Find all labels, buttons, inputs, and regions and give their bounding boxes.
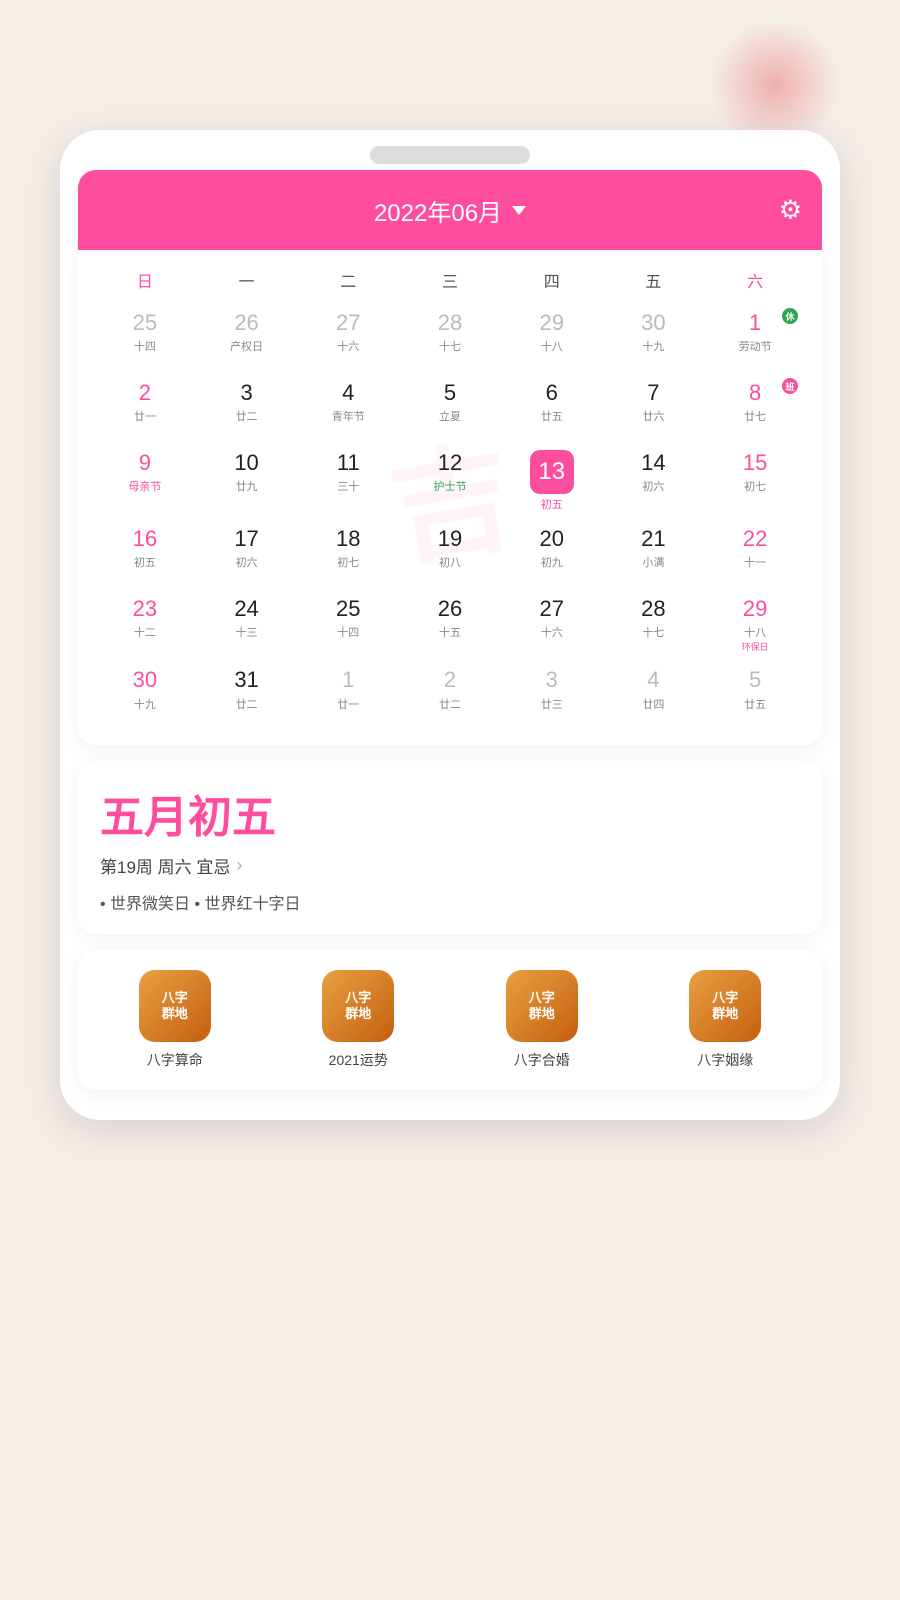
tools-section: 八字算命 2021运势 八字合婚 八字姻缘	[78, 950, 822, 1090]
weekday-thu: 四	[501, 260, 603, 300]
day-cell[interactable]: 5立夏	[399, 374, 501, 442]
day-cell[interactable]: 27十六	[297, 304, 399, 372]
day-cell[interactable]: 6廿五	[501, 374, 603, 442]
tool-icon-1[interactable]	[139, 970, 211, 1042]
day-cell[interactable]: 28十七	[603, 590, 705, 659]
day-cell[interactable]: 11三十	[297, 444, 399, 518]
tool-label-2: 2021运势	[329, 1050, 388, 1070]
day-cell[interactable]: 4青年节	[297, 374, 399, 442]
weekday-sat: 六	[704, 260, 806, 300]
day-cell[interactable]: 3廿二	[196, 374, 298, 442]
festivals-text: • 世界微笑日 • 世界红十字日	[100, 890, 800, 914]
tool-item-1[interactable]: 八字算命	[88, 970, 262, 1070]
day-cell[interactable]: 23十二	[94, 590, 196, 659]
day-cell[interactable]: 15初七	[704, 444, 806, 518]
day-cell[interactable]: 30十九	[94, 661, 196, 729]
day-cell[interactable]: 16初五	[94, 520, 196, 588]
day-cell[interactable]: 班 8 廿七	[704, 374, 806, 442]
lunar-date: 五月初五	[100, 781, 800, 845]
day-cell[interactable]: 21小满	[603, 520, 705, 588]
day-cell[interactable]: 29 十八 环保日	[704, 590, 806, 659]
weekday-wed: 三	[399, 260, 501, 300]
day-cell[interactable]: 12护士节	[399, 444, 501, 518]
day-cell[interactable]: 2廿一	[94, 374, 196, 442]
tool-item-4[interactable]: 八字姻缘	[639, 970, 813, 1070]
tool-icon-3[interactable]	[506, 970, 578, 1042]
day-cell[interactable]: 28十七	[399, 304, 501, 372]
info-card: 五月初五 第19周 周六 宜忌 › • 世界微笑日 • 世界红十字日	[78, 761, 822, 934]
workday-badge: 班	[782, 378, 798, 394]
arrow-right-icon: ›	[236, 855, 242, 876]
day-cell[interactable]: 1廿一	[297, 661, 399, 729]
week-info[interactable]: 第19周 周六 宜忌 ›	[100, 853, 800, 878]
weekday-mon: 一	[196, 260, 298, 300]
today-cell[interactable]: 13 初五	[501, 444, 603, 518]
day-cell[interactable]: 26产权日	[196, 304, 298, 372]
tool-icon-4[interactable]	[689, 970, 761, 1042]
tool-label-3: 八字合婚	[514, 1050, 570, 1070]
weekday-sun: 日	[94, 260, 196, 300]
day-cell[interactable]: 4廿四	[603, 661, 705, 729]
day-cell[interactable]: 24十三	[196, 590, 298, 659]
day-cell[interactable]: 10廿九	[196, 444, 298, 518]
day-cell[interactable]: 2廿二	[399, 661, 501, 729]
chevron-down-icon[interactable]	[512, 206, 526, 215]
day-cell[interactable]: 5廿五	[704, 661, 806, 729]
day-cell[interactable]: 休 1 劳动节	[704, 304, 806, 372]
holiday-badge: 休	[782, 308, 798, 324]
tool-item-2[interactable]: 2021运势	[272, 970, 446, 1070]
day-cell[interactable]: 20初九	[501, 520, 603, 588]
tools-grid: 八字算命 2021运势 八字合婚 八字姻缘	[88, 970, 812, 1070]
calendar-grid: 25十四 26产权日 27十六 28十七 29十八 30十九 休 1 劳动节 2…	[94, 304, 806, 729]
tool-label-1: 八字算命	[147, 1050, 203, 1070]
day-cell[interactable]: 3廿三	[501, 661, 603, 729]
day-cell[interactable]: 7廿六	[603, 374, 705, 442]
tool-label-4: 八字姻缘	[697, 1050, 753, 1070]
day-cell[interactable]: 27十六	[501, 590, 603, 659]
day-cell[interactable]: 25十四	[297, 590, 399, 659]
day-cell[interactable]: 26十五	[399, 590, 501, 659]
weekdays-row: 日 一 二 三 四 五 六	[94, 260, 806, 300]
notch	[370, 146, 530, 164]
day-cell[interactable]: 29十八	[501, 304, 603, 372]
day-cell[interactable]: 9母亲节	[94, 444, 196, 518]
header-title[interactable]: 2022年06月	[374, 193, 526, 228]
weekday-fri: 五	[603, 260, 705, 300]
day-cell[interactable]: 19初八	[399, 520, 501, 588]
gear-icon[interactable]: ⚙	[779, 195, 802, 226]
day-cell[interactable]: 25十四	[94, 304, 196, 372]
day-cell[interactable]: 31廿二	[196, 661, 298, 729]
day-cell[interactable]: 14初六	[603, 444, 705, 518]
month-label: 2022年06月	[374, 193, 502, 228]
day-cell[interactable]: 18初七	[297, 520, 399, 588]
tool-item-3[interactable]: 八字合婚	[455, 970, 629, 1070]
calendar-header: 2022年06月 ⚙	[78, 170, 822, 250]
week-info-text: 第19周 周六 宜忌	[100, 853, 230, 878]
calendar-body: 吉 日 一 二 三 四 五 六 25十四 26产权日 27十六 28十七 29十…	[78, 250, 822, 745]
day-cell[interactable]: 30十九	[603, 304, 705, 372]
day-cell[interactable]: 22十一	[704, 520, 806, 588]
day-cell[interactable]: 17初六	[196, 520, 298, 588]
status-bar	[60, 130, 840, 170]
weekday-tue: 二	[297, 260, 399, 300]
phone-frame: 2022年06月 ⚙ 吉 日 一 二 三 四 五 六 25十四 26产权日	[60, 130, 840, 1120]
tool-icon-2[interactable]	[322, 970, 394, 1042]
